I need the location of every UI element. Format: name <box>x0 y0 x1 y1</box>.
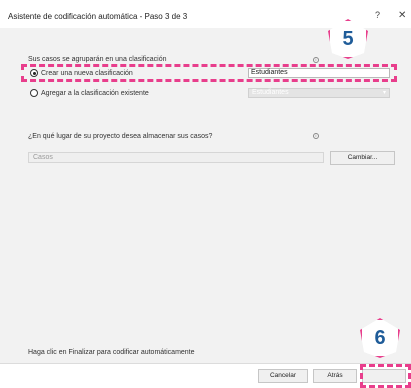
location-field[interactable]: Casos <box>28 152 324 163</box>
classification-question: Sus casos se agruparán en una clasificac… <box>28 56 167 63</box>
change-button[interactable]: Cambiar... <box>330 151 395 165</box>
existing-classification-select[interactable]: Estudiantes ▾ <box>248 88 390 98</box>
finish-hint: Haga clic en Finalizar para codificar au… <box>28 349 195 356</box>
help-button[interactable]: ? <box>375 10 380 20</box>
existing-classification-value: Estudiantes <box>252 89 289 96</box>
chevron-down-icon: ▾ <box>382 90 386 96</box>
step-6-number: 6 <box>374 326 386 349</box>
highlight-create-new <box>21 64 397 82</box>
cancel-button[interactable]: Cancelar <box>258 369 308 383</box>
step-5-number: 5 <box>342 27 354 50</box>
back-button[interactable]: Atrás <box>313 369 357 383</box>
location-question: ¿En qué lugar de su proyecto desea almac… <box>28 133 213 140</box>
info-icon[interactable]: i <box>313 133 319 139</box>
radio-add-existing[interactable] <box>30 89 38 97</box>
highlight-finish <box>360 364 411 388</box>
close-button[interactable]: ✕ <box>398 10 406 21</box>
option-add-existing-label[interactable]: Agregar a la clasificación existente <box>41 90 149 97</box>
window-title: Asistente de codificación automática - P… <box>8 12 188 21</box>
info-icon[interactable]: i <box>313 57 319 63</box>
